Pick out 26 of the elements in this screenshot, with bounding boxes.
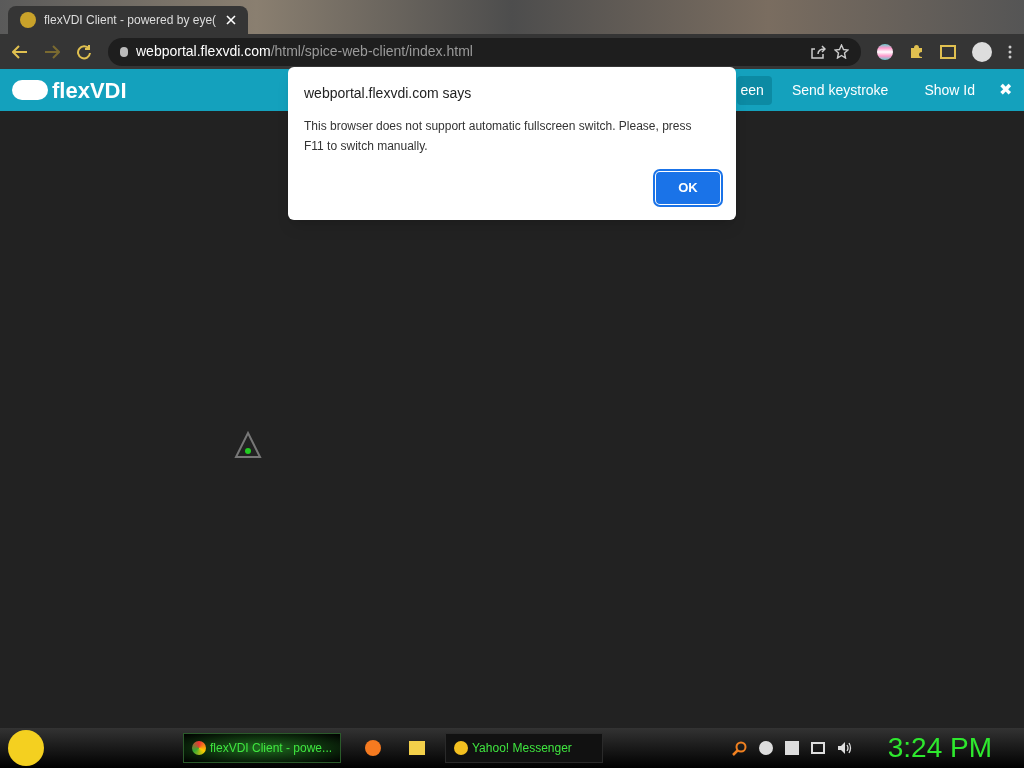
dialog-message: This browser does not support automatic fullscreen switch. Please, press F11 to switch manually. [304, 118, 693, 155]
dialog-title: webportal.flexvdi.com says [304, 84, 473, 103]
share-icon[interactable] [811, 44, 826, 59]
status-icon[interactable] [758, 741, 773, 755]
url-text: webportal.flexvdi.com/html/spice-web-client/index.html [136, 42, 474, 61]
app-bar-button[interactable]: een [736, 75, 772, 105]
taskbar-window[interactable]: Yahoo! Messenger [445, 733, 603, 763]
ok-button[interactable]: OK [656, 172, 720, 204]
puzzle-icon[interactable] [909, 44, 924, 59]
app-bar-button[interactable]: Show Id [908, 75, 991, 105]
logo-text: flexVDI [52, 76, 127, 105]
browser-tab[interactable]: flexVDI Client - powered by eye( [8, 6, 248, 34]
clock: 3:24 PM [887, 731, 992, 765]
menu-icon[interactable] [1008, 44, 1012, 59]
tab-title: flexVDI Client - powered by eye( [44, 12, 218, 29]
close-button[interactable]: ✖ [999, 78, 1012, 102]
close-icon[interactable] [226, 15, 236, 25]
search-icon[interactable] [731, 740, 747, 756]
back-icon[interactable] [12, 44, 28, 59]
triangle-logo-icon [234, 431, 262, 459]
speaker-icon[interactable] [836, 741, 852, 755]
app-bar-button[interactable]: Send keystroke [775, 75, 905, 105]
star-icon[interactable] [834, 44, 849, 59]
address-field[interactable]: webportal.flexvdi.com/html/spice-web-client/index.html [108, 37, 861, 66]
reload-icon[interactable] [76, 43, 92, 60]
taskbar-window[interactable]: flexVDI Client - powe... [183, 733, 341, 763]
